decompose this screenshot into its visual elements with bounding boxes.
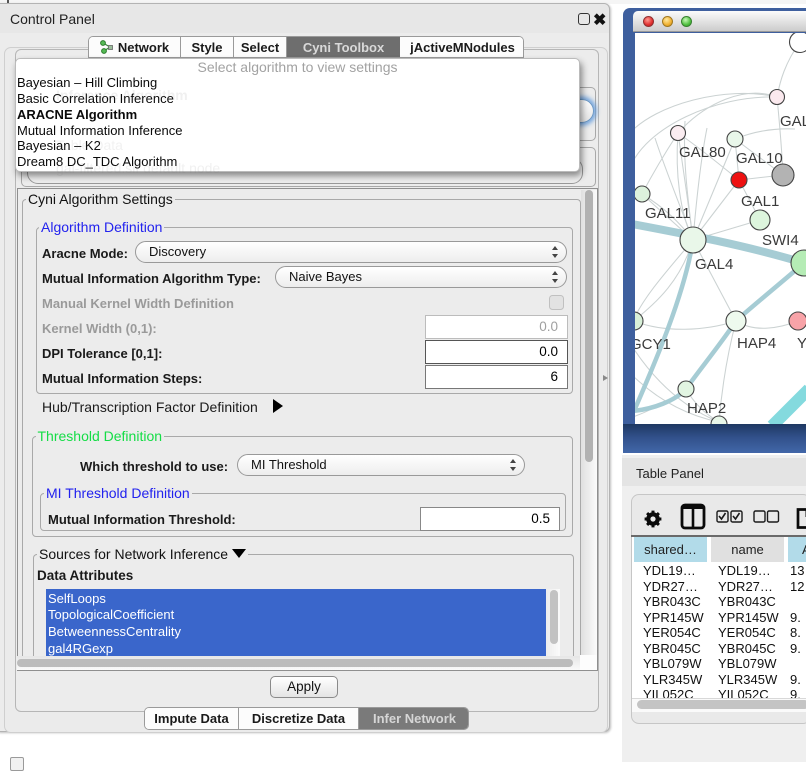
svg-text:HAP2: HAP2	[687, 400, 726, 417]
svg-text:GAL1: GAL1	[741, 193, 779, 210]
svg-text:GAL10: GAL10	[736, 150, 783, 167]
svg-text:Y: Y	[797, 335, 806, 352]
svg-text:GAL4: GAL4	[695, 256, 733, 273]
svg-text:GAL80: GAL80	[679, 144, 726, 161]
svg-text:GCY1: GCY1	[635, 336, 671, 353]
svg-text:GAL7: GAL7	[780, 113, 806, 130]
svg-text:HAP4: HAP4	[737, 335, 776, 352]
svg-text:SWI4: SWI4	[762, 232, 799, 249]
svg-text:GAL11: GAL11	[645, 205, 691, 222]
